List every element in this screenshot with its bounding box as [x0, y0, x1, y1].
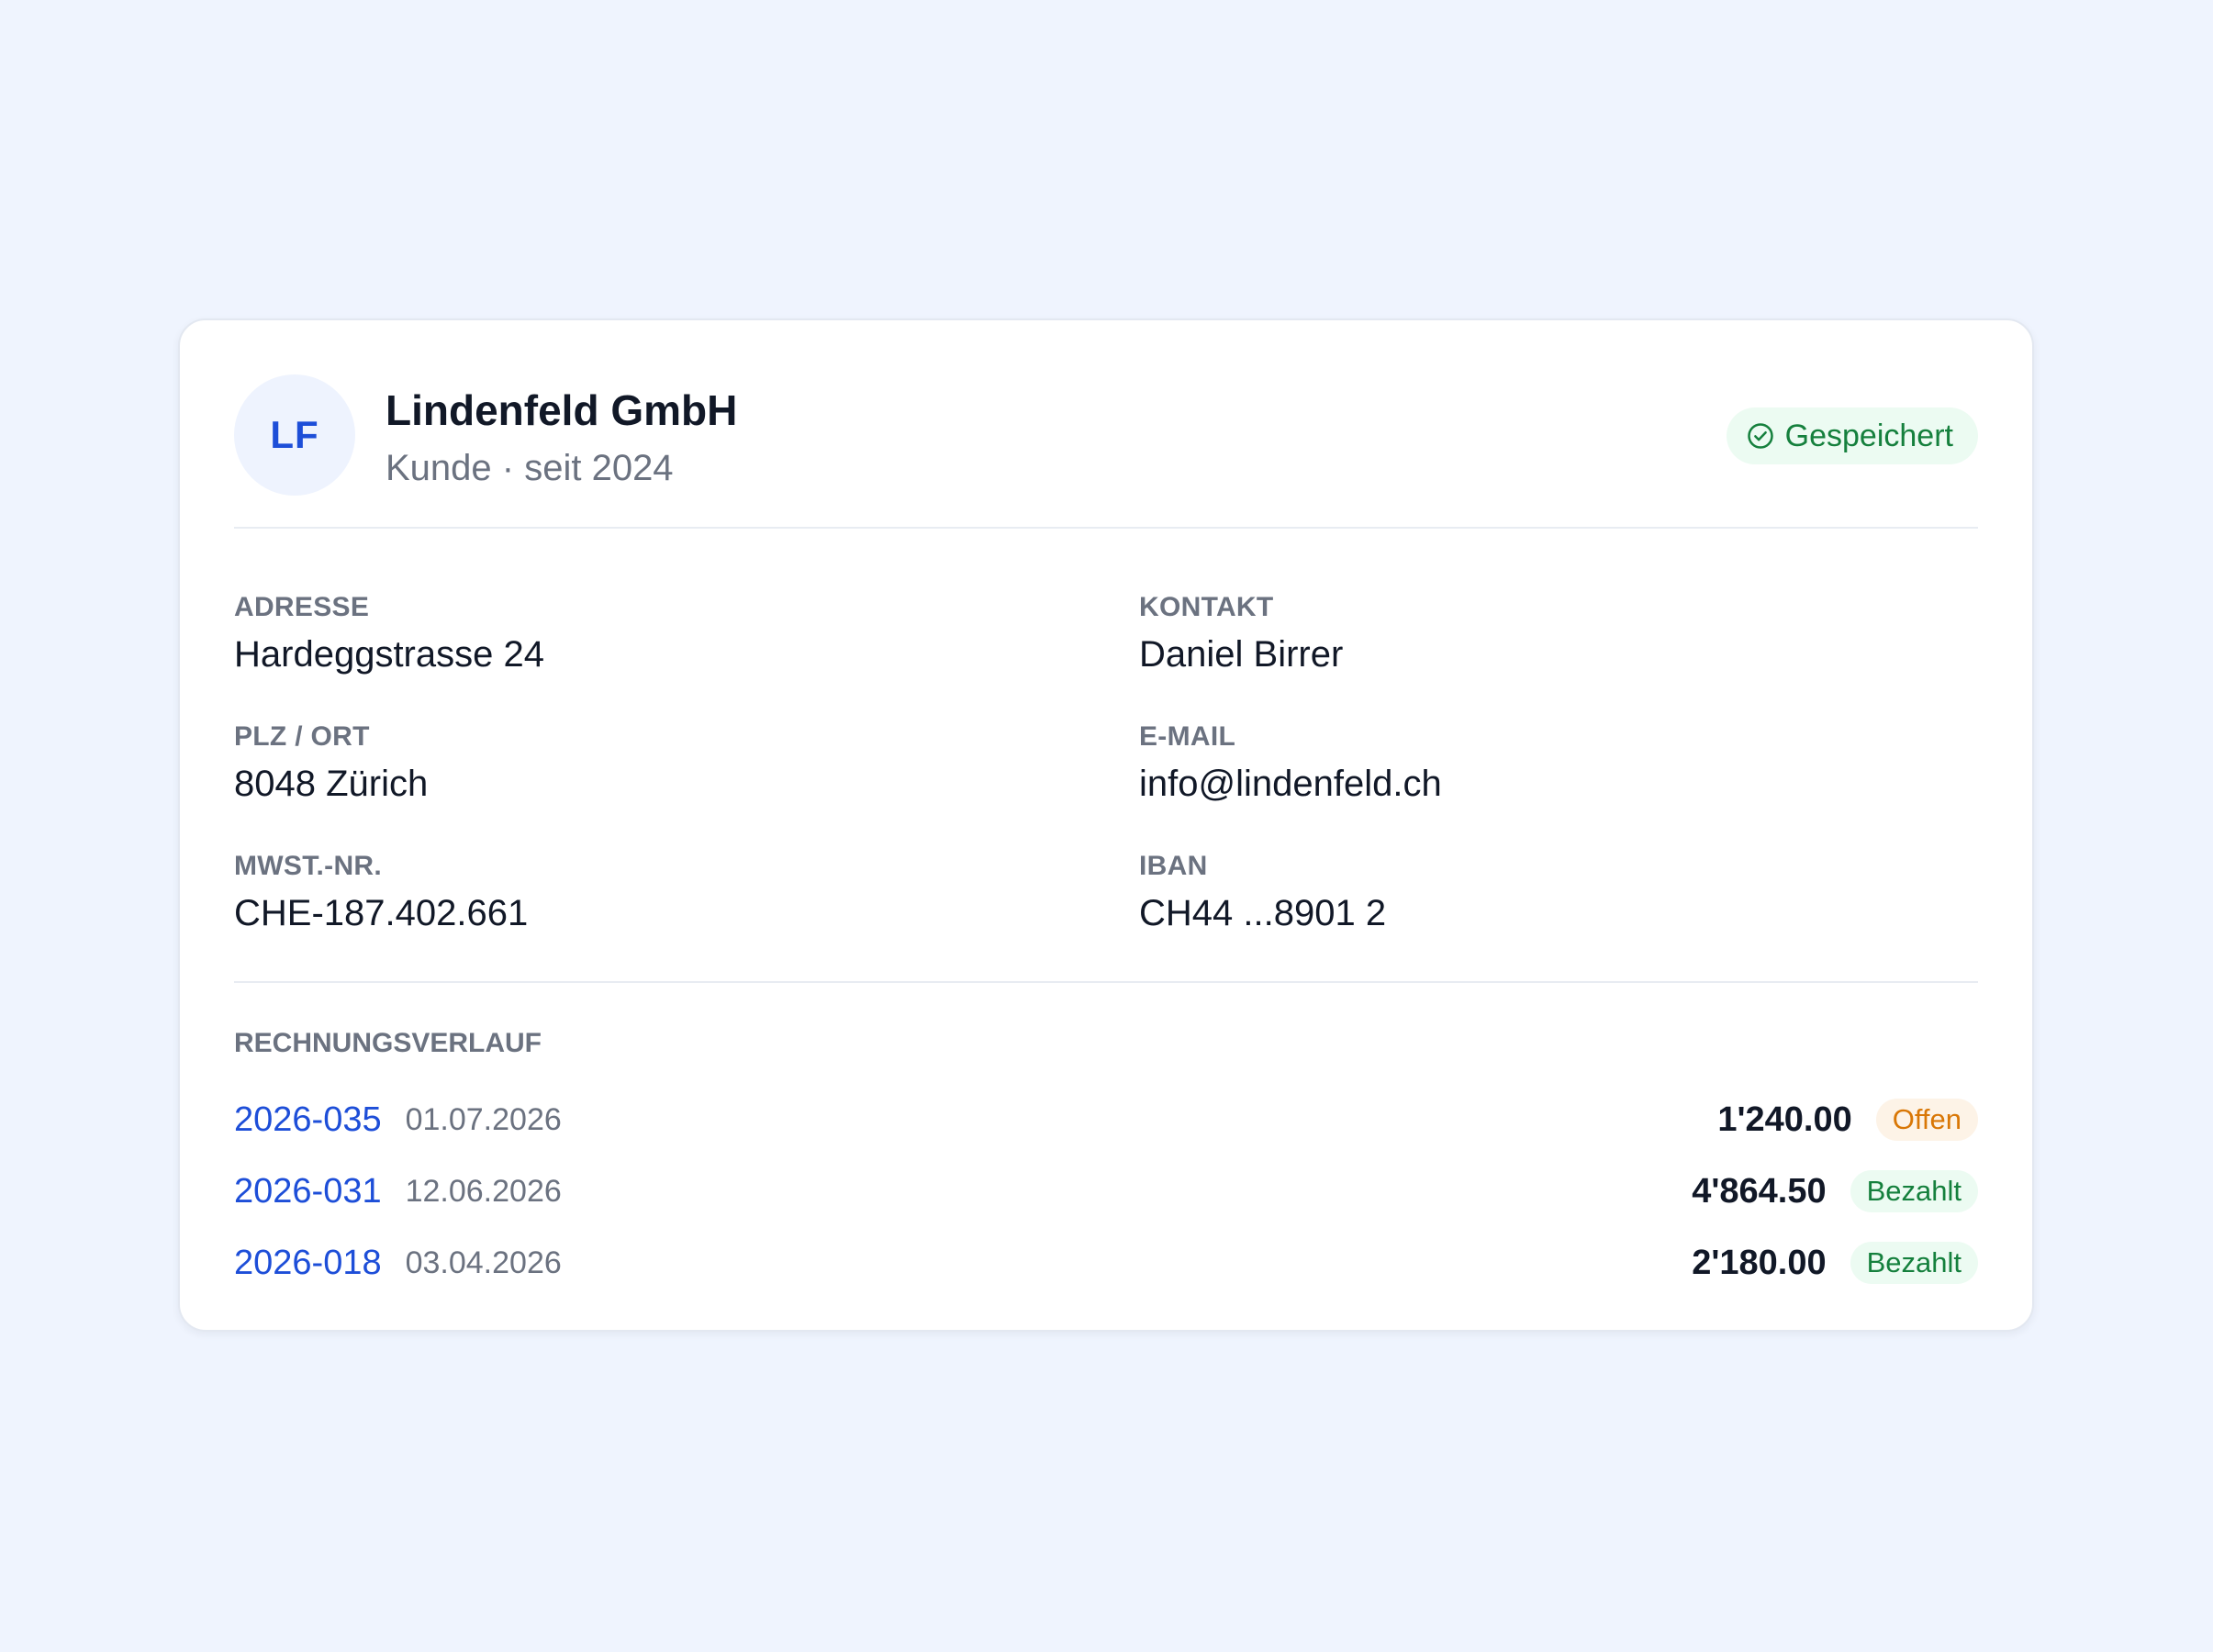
invoice-date: 12.06.2026 [405, 1173, 562, 1209]
invoice-amount: 4'864.50 [1692, 1171, 1827, 1211]
email-value: info@lindenfeld.ch [1139, 764, 1442, 804]
invoice-row: 2026-031 12.06.2026 4'864.50 Bezahlt [234, 1155, 1978, 1227]
status-badge: Bezahlt [1850, 1170, 1978, 1212]
iban-value: CH44 ...8901 2 [1139, 893, 1387, 933]
check-circle-icon [1747, 422, 1774, 450]
saved-status-badge: Gespeichert [1726, 407, 1978, 464]
vat-number-label: MWST.-NR. [234, 851, 383, 881]
address-value: Hardeggstrasse 24 [234, 634, 544, 675]
status-badge: Offen [1875, 1099, 1978, 1141]
address-label: ADRESSE [234, 592, 370, 622]
company-name: Lindenfeld GmbH [386, 386, 738, 434]
vat-number-value: CHE-187.402.661 [234, 893, 529, 933]
vat-number-field: MWST.-NR. CHE-187.402.661 [234, 850, 1060, 936]
zip-city-label: PLZ / ORT [234, 721, 370, 752]
saved-status-label: Gespeichert [1784, 418, 1953, 453]
invoice-date: 01.07.2026 [405, 1101, 562, 1137]
contact-field: KONTAKT Daniel Birrer [1139, 591, 1965, 677]
status-badge: Bezahlt [1850, 1242, 1978, 1284]
zip-city-field: PLZ / ORT 8048 Zürich [234, 720, 1060, 807]
invoice-row: 2026-035 01.07.2026 1'240.00 Offen [234, 1084, 1978, 1155]
invoice-history-label: RECHNUNGSVERLAUF [234, 1028, 542, 1058]
avatar: LF [234, 374, 355, 496]
invoice-list: 2026-035 01.07.2026 1'240.00 Offen 2026-… [234, 1084, 1978, 1299]
invoice-amount: 2'180.00 [1692, 1243, 1827, 1282]
email-field: E-MAIL info@lindenfeld.ch [1139, 720, 1965, 807]
card-header: LF Lindenfeld GmbH Kunde · seit 2024 Ges… [234, 374, 1978, 497]
invoice-number-link[interactable]: 2026-035 [234, 1100, 382, 1140]
contact-label: KONTAKT [1139, 592, 1274, 622]
address-field: ADRESSE Hardeggstrasse 24 [234, 591, 1060, 677]
iban-label: IBAN [1139, 851, 1208, 881]
customer-subtitle: Kunde · seit 2024 [386, 448, 674, 488]
email-label: E-MAIL [1139, 721, 1236, 752]
customer-card: LF Lindenfeld GmbH Kunde · seit 2024 Ges… [178, 318, 2034, 1332]
invoice-date: 03.04.2026 [405, 1245, 562, 1280]
iban-field: IBAN CH44 ...8901 2 [1139, 850, 1965, 936]
invoice-number-link[interactable]: 2026-031 [234, 1172, 382, 1211]
header-divider [234, 527, 1978, 529]
invoice-amount: 1'240.00 [1717, 1099, 1852, 1139]
contact-value: Daniel Birrer [1139, 634, 1344, 675]
details-divider [234, 981, 1978, 983]
invoice-number-link[interactable]: 2026-018 [234, 1244, 382, 1283]
invoice-row: 2026-018 03.04.2026 2'180.00 Bezahlt [234, 1227, 1978, 1299]
zip-city-value: 8048 Zürich [234, 764, 429, 804]
